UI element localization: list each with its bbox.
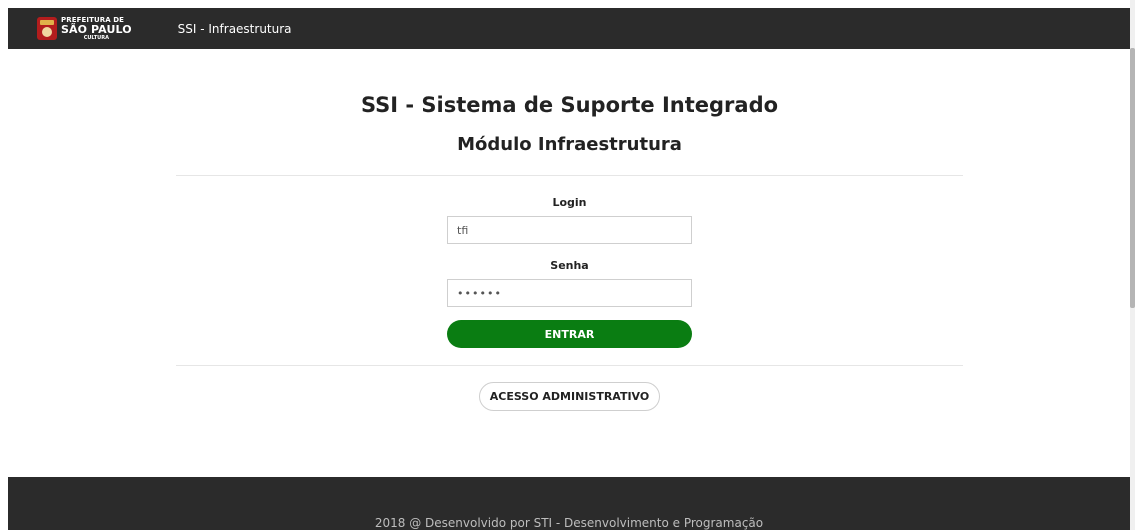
page-subtitle: Módulo Infraestrutura [457,134,682,155]
top-navbar: PREFEITURA DE SÃO PAULO CULTURA SSI - In… [8,8,1130,49]
prefeitura-logo[interactable]: PREFEITURA DE SÃO PAULO CULTURA [37,8,132,49]
admin-access-button[interactable]: ACESSO ADMINISTRATIVO [478,382,661,411]
page-scrollbar[interactable] [1130,0,1135,530]
prefeitura-sao-paulo-seal-icon [37,17,57,40]
page-title: SSI - Sistema de Suporte Integrado [360,93,779,117]
page-footer: 2018 @ Desenvolvido por STI - Desenvolvi… [8,477,1130,530]
login-label: Login [552,196,587,209]
logo-line-cultura: CULTURA [83,34,109,41]
logo-line-sao-paulo: SÃO PAULO [61,22,132,36]
admin-access-wrapper: ACESSO ADMINISTRATIVO [176,382,963,411]
entrar-button[interactable]: ENTRAR [447,320,692,348]
main-content: SSI - Sistema de Suporte Integrado Módul… [176,90,963,411]
nav-brand-link[interactable]: SSI - Infraestrutura [178,22,292,36]
page: PREFEITURA DE SÃO PAULO CULTURA SSI - In… [0,0,1135,530]
divider-bottom [176,365,963,366]
scrollbar-thumb[interactable] [1130,48,1135,308]
login-form: Login Senha ENTRAR [447,196,692,348]
logo-text: PREFEITURA DE SÃO PAULO CULTURA [61,16,132,41]
left-margin [0,0,8,530]
login-input[interactable] [447,216,692,244]
senha-label: Senha [550,259,589,272]
senha-input[interactable] [447,279,692,307]
divider-top [176,175,963,176]
footer-text: 2018 @ Desenvolvido por STI - Desenvolvi… [374,516,764,530]
